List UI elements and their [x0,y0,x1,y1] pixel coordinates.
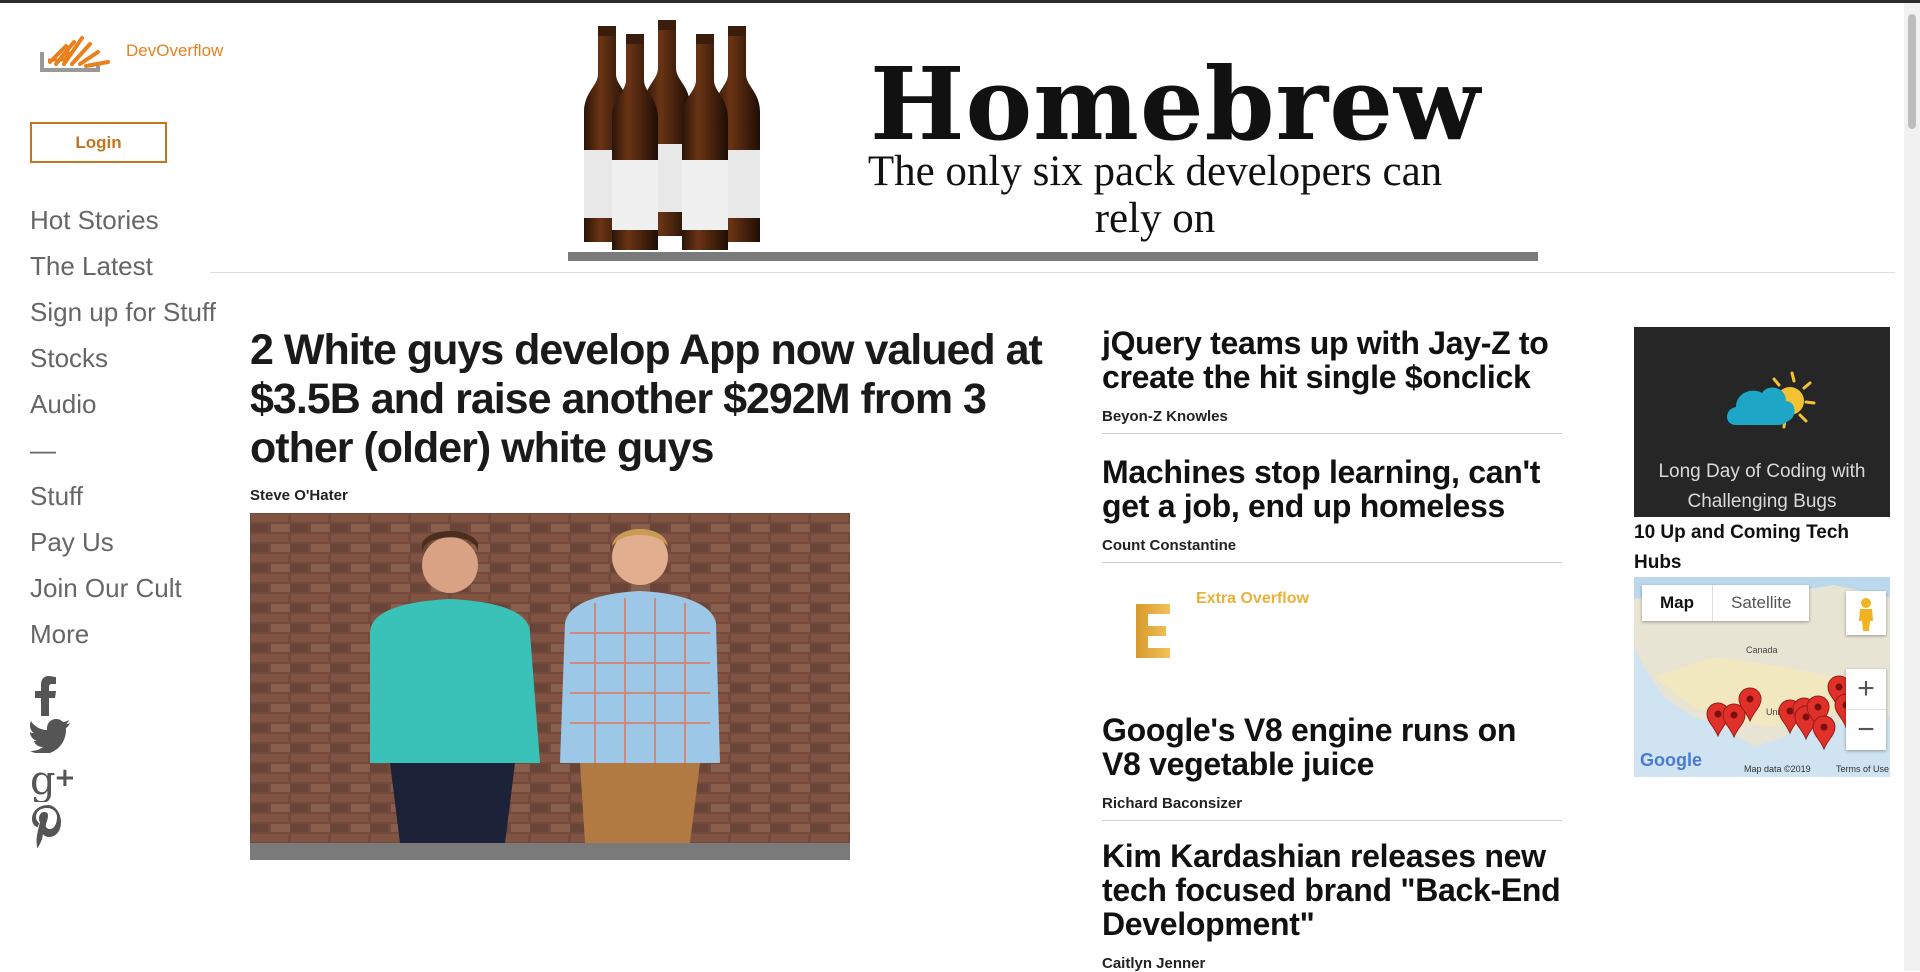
google-plus-icon[interactable]: g + [30,758,76,805]
map-data-attribution: Map data ©2019 [1744,764,1811,774]
story-author: Beyon-Z Knowles [1102,408,1228,425]
zoom-in-button[interactable]: + [1846,669,1886,709]
story-item[interactable]: Google's V8 engine runs on V8 vegetable … [1102,713,1562,821]
zoom-out-button[interactable]: − [1846,710,1886,750]
story-item[interactable]: jQuery teams up with Jay-Z to create the… [1102,326,1562,434]
beer-bottles-image [584,20,760,250]
homebrew-banner-ad[interactable]: Homebrew The only six pack developers ca… [568,20,1540,261]
nav-item-sign-up[interactable]: Sign up for Stuff [30,292,216,338]
map-marker-icon[interactable] [1722,703,1746,739]
story-divider [1102,433,1562,434]
main-story-headline[interactable]: 2 White guys develop App now valued at $… [250,326,1050,473]
nav-item-pay-us[interactable]: Pay Us [30,522,216,568]
banner-subtitle: The only six pack developers can rely on [867,148,1443,242]
story-divider [1102,820,1562,821]
weather-card[interactable]: Long Day of Coding with Challenging Bugs [1634,327,1890,517]
map-marker-icon[interactable] [1812,715,1836,751]
page-scrollbar[interactable] [1904,3,1920,971]
story-headline[interactable]: Google's V8 engine runs on V8 vegetable … [1102,713,1562,781]
twitter-icon[interactable] [30,719,76,762]
extra-overflow-promo[interactable]: Extra Overflow [1102,580,1562,680]
sidebar-nav: Hot Stories The Latest Sign up for Stuff… [30,200,216,660]
nav-item-more[interactable]: More [30,614,216,660]
tech-hubs-title[interactable]: 10 Up and Coming Tech Hubs [1634,518,1864,578]
main-story-photo[interactable] [250,513,850,860]
map-zoom-control: + − [1846,669,1886,750]
story-item[interactable]: Kim Kardashian releases new tech focused… [1102,839,1562,972]
nav-item-the-latest[interactable]: The Latest [30,246,216,292]
promo-label[interactable]: Extra Overflow [1196,590,1309,608]
story-author: Richard Baconsizer [1102,795,1243,812]
map-tab-satellite[interactable]: Satellite [1712,585,1809,621]
nav-item-audio[interactable]: Audio [30,384,216,430]
google-logo: Google [1640,750,1702,770]
story-headline[interactable]: Kim Kardashian releases new tech focused… [1102,839,1562,941]
story-headline[interactable]: jQuery teams up with Jay-Z to create the… [1102,326,1562,394]
story-headline[interactable]: Machines stop learning, can't get a job,… [1102,455,1562,523]
story-author: Caitlyn Jenner [1102,955,1206,972]
svg-text:+: + [54,763,76,793]
nav-item-stocks[interactable]: Stocks [30,338,216,384]
cloud-sun-icon [1727,371,1816,429]
weather-card-text: Long Day of Coding with Challenging Bugs [1658,461,1866,512]
nav-item-hot-stories[interactable]: Hot Stories [30,200,216,246]
main-story-author: Steve O'Hater [250,487,348,504]
extra-overflow-logo-icon [1136,604,1170,658]
story-author: Count Constantine [1102,537,1237,554]
devoverflow-logo-icon [40,36,110,72]
brand-name: DevOverflow [126,41,224,60]
pinterest-icon[interactable] [30,805,76,848]
svg-text:g: g [30,762,56,802]
map-terms-link[interactable]: Terms of Use [1836,764,1889,774]
header-divider [210,272,1895,273]
map-type-control: Map Satellite [1642,585,1810,621]
story-item[interactable]: Machines stop learning, can't get a job,… [1102,455,1562,563]
window-top-border [0,0,1920,3]
banner-bottom-bar [568,252,1538,261]
story-divider [1102,562,1562,563]
map-tab-map[interactable]: Map [1642,585,1712,621]
social-links: g + [30,676,76,848]
site-logo[interactable]: DevOverflow [36,30,223,72]
tech-hubs-map[interactable]: Canada United Sta Map Satellite + − Goog… [1634,577,1890,777]
street-view-pegman-icon[interactable] [1846,591,1886,635]
nav-item-join-our-cult[interactable]: Join Our Cult [30,568,216,614]
nav-item-stuff[interactable]: Stuff [30,476,216,522]
banner-title: Homebrew [870,45,1481,163]
nav-separator: — [30,435,56,465]
facebook-icon[interactable] [30,676,76,719]
scrollbar-thumb[interactable] [1908,14,1916,129]
login-button[interactable]: Login [30,122,167,163]
